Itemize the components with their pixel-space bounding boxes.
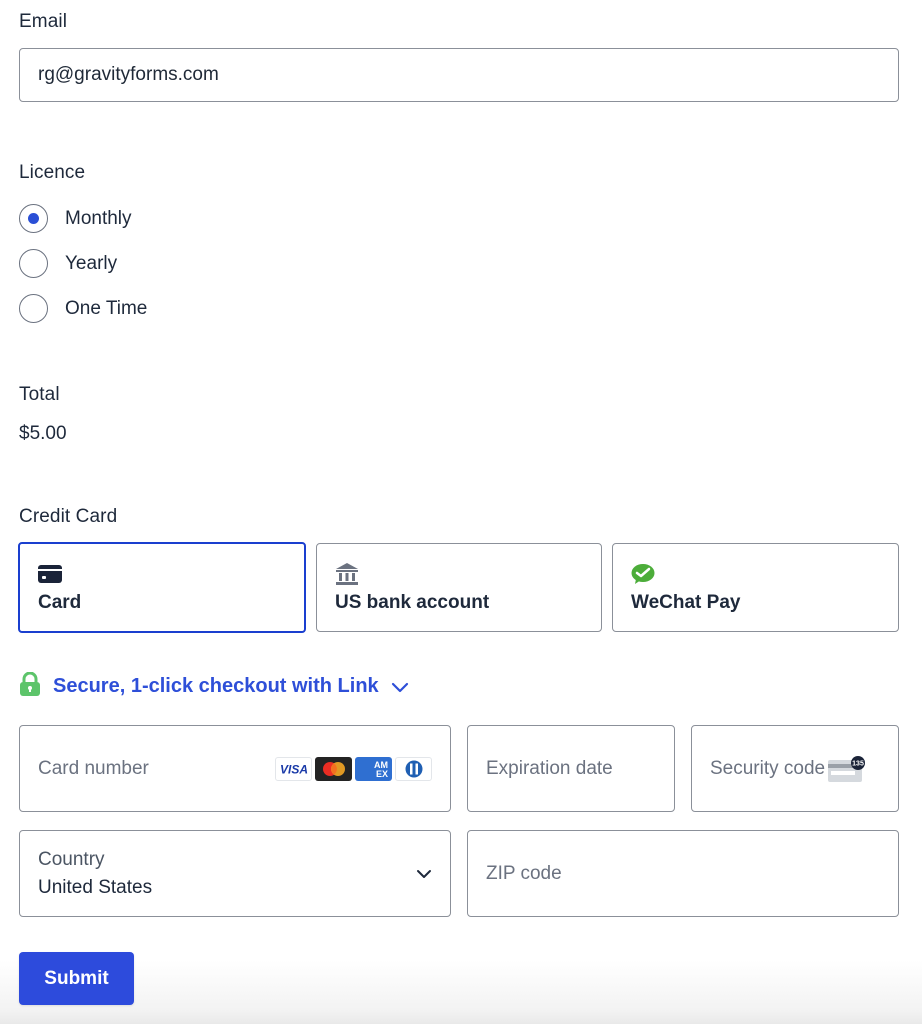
chevron-down-icon: [391, 681, 409, 693]
country-chevron-down-icon: [416, 867, 432, 885]
bank-icon: [335, 562, 601, 586]
radio-option-yearly[interactable]: Yearly: [19, 249, 117, 278]
zip-code-input[interactable]: ZIP code: [467, 830, 899, 917]
link-checkout-label: Secure, 1-click checkout with Link: [53, 675, 379, 697]
total-value: $5.00: [19, 423, 67, 444]
radio-option-monthly[interactable]: Monthly: [19, 204, 132, 233]
total-label: Total: [19, 384, 60, 405]
payment-tab-card[interactable]: Card: [18, 542, 306, 633]
mastercard-icon: [315, 756, 352, 781]
payment-tab-us-bank-account[interactable]: US bank account: [316, 543, 602, 632]
credit-card-icon: [38, 562, 304, 586]
expiration-date-placeholder: Expiration date: [486, 757, 613, 779]
svg-text:EX: EX: [375, 769, 387, 779]
credit-card-label: Credit Card: [19, 506, 118, 527]
licence-label: Licence: [19, 162, 86, 183]
cvc-hint-icon: 135: [828, 755, 866, 782]
payment-tab-wechat-pay[interactable]: WeChat Pay: [612, 543, 899, 632]
radio-button-monthly[interactable]: [19, 204, 48, 233]
security-code-placeholder: Security code: [710, 757, 826, 779]
svg-text:VISA: VISA: [279, 762, 307, 776]
email-label: Email: [19, 11, 68, 32]
country-label: Country: [38, 849, 105, 870]
submit-button[interactable]: Submit: [19, 952, 134, 1005]
security-code-input[interactable]: Security code 135: [691, 725, 899, 812]
radio-label-yearly: Yearly: [65, 252, 118, 274]
country-select[interactable]: Country United States: [19, 830, 451, 917]
radio-button-yearly[interactable]: [19, 249, 48, 278]
cvc-hint-digits: 135: [852, 760, 864, 767]
radio-label-one-time: One Time: [65, 297, 148, 319]
payment-tab-card-label: Card: [38, 592, 82, 613]
card-number-input[interactable]: Card number VISA AM EX: [19, 725, 451, 812]
visa-icon: VISA: [275, 756, 312, 781]
card-brand-icons: VISA AM EX: [275, 756, 432, 781]
email-input[interactable]: rg@gravityforms.com: [19, 48, 899, 102]
radio-button-one-time[interactable]: [19, 294, 48, 323]
diners-club-icon: [395, 756, 432, 781]
radio-option-one-time[interactable]: One Time: [19, 294, 147, 323]
zip-code-placeholder: ZIP code: [486, 862, 562, 884]
lock-icon: [19, 671, 41, 701]
radio-selected-dot: [28, 213, 39, 224]
country-value: United States: [38, 877, 153, 898]
link-checkout-toggle[interactable]: Secure, 1-click checkout with Link: [19, 671, 409, 701]
wechat-icon: [631, 562, 898, 586]
expiration-date-input[interactable]: Expiration date: [467, 725, 675, 812]
payment-tab-us-bank-account-label: US bank account: [335, 592, 490, 613]
radio-label-monthly: Monthly: [65, 207, 132, 229]
payment-tab-wechat-pay-label: WeChat Pay: [631, 592, 741, 613]
card-number-placeholder: Card number: [38, 757, 149, 779]
amex-icon: AM EX: [355, 756, 392, 781]
email-value: rg@gravityforms.com: [38, 64, 219, 85]
